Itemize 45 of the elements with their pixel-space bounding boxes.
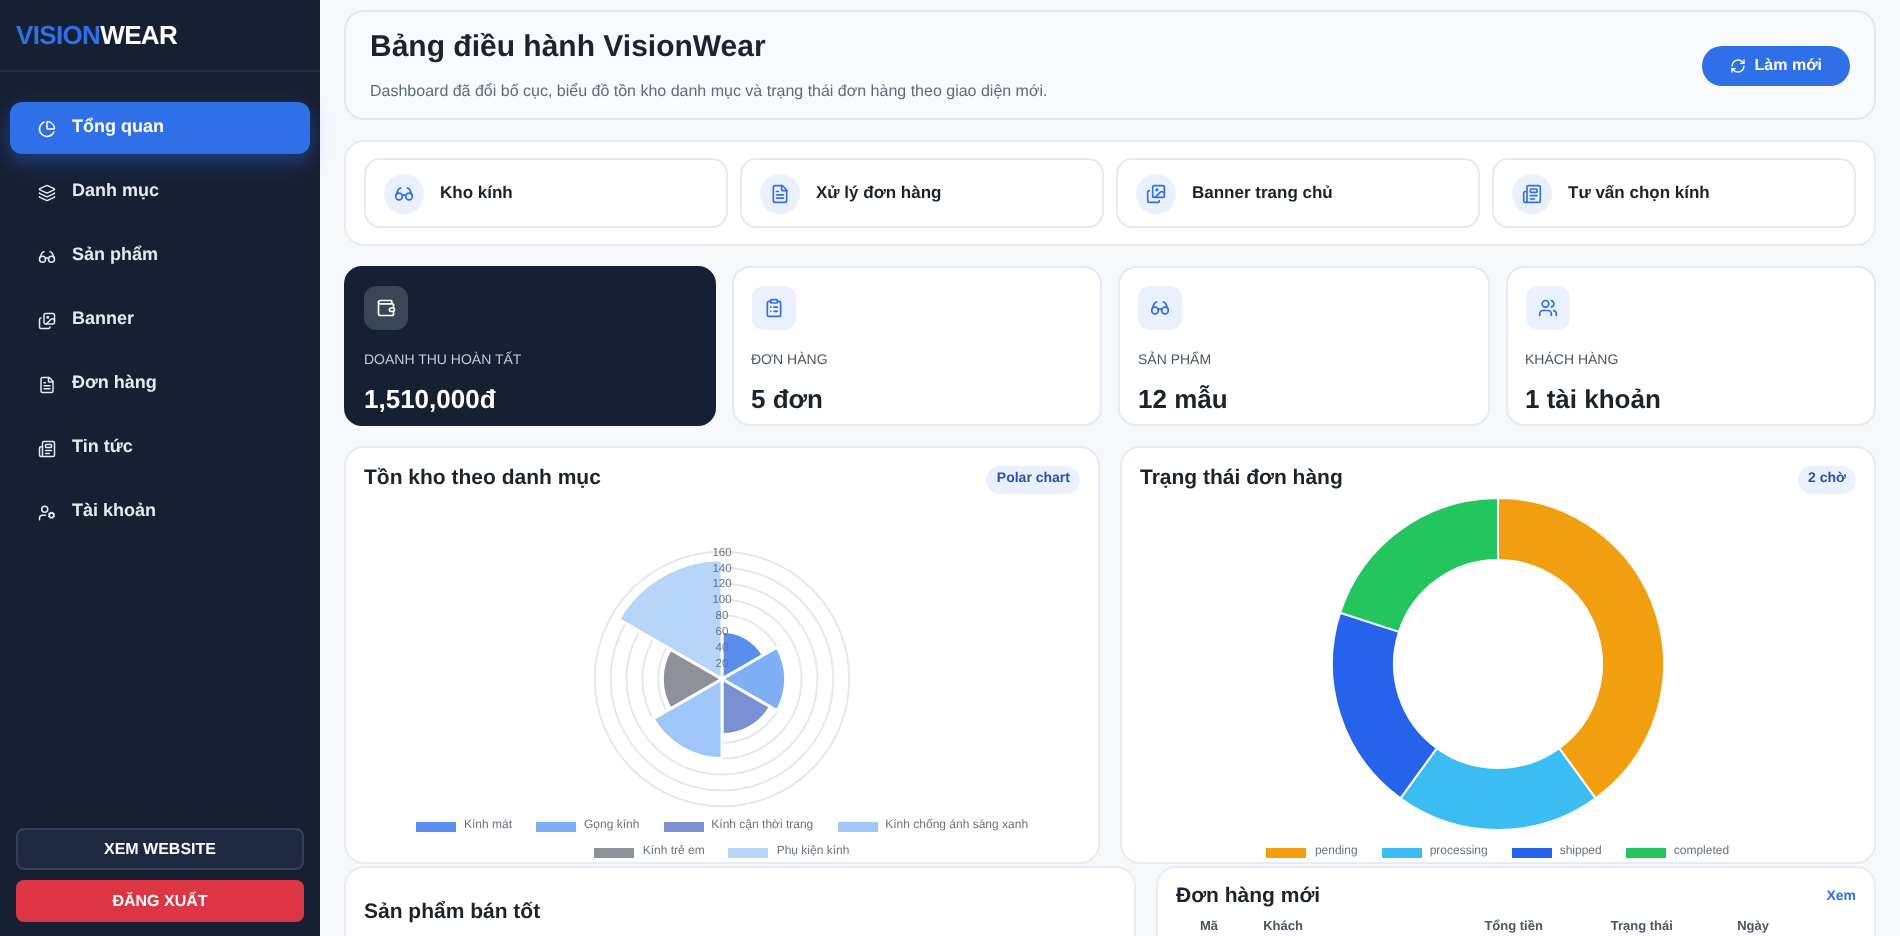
newspaper-icon — [38, 439, 56, 457]
refresh-icon — [1730, 57, 1747, 73]
legend-swatch — [1625, 847, 1666, 858]
document-icon — [770, 183, 790, 203]
shortcut-card[interactable]: Tư vấn chọn kính — [1492, 158, 1856, 228]
sidebar-item[interactable]: Đơn hàng — [10, 358, 310, 410]
card-title: Đơn hàng mới — [1176, 882, 1321, 912]
shortcut-card[interactable]: Banner trang chủ — [1116, 158, 1480, 228]
legend-swatch — [1381, 847, 1422, 858]
sidebar-item[interactable]: Sản phẩm — [10, 230, 310, 282]
website-button[interactable]: XEM WEBSITE — [16, 828, 304, 870]
glasses-icon — [394, 183, 414, 203]
user-icon — [38, 503, 56, 521]
brand-logo: VISIONWEAR — [16, 17, 178, 54]
stat-value: 5 đơn — [751, 381, 825, 417]
layers-icon — [38, 183, 56, 201]
sidebar-item[interactable]: Tin tức — [10, 422, 310, 474]
stat-value: 1 tài khoản — [1525, 381, 1663, 417]
page-subtitle: Dashboard đã đổi bố cục, biểu đồ tồn kho danh mục và trạng thái đơn hàng theo giao diện mới. — [370, 80, 1048, 105]
stat-value: 1,510,000đ — [364, 381, 498, 417]
stat-value: 12 mẫu — [1138, 381, 1230, 417]
pie-chart-icon — [38, 119, 56, 137]
users-icon — [1537, 298, 1557, 318]
sidebar-item[interactable]: Tài khoản — [10, 486, 310, 538]
sidebar-item[interactable]: Banner — [10, 294, 310, 346]
legend-swatch — [1511, 847, 1552, 858]
glasses-icon — [1150, 298, 1170, 318]
sidebar-item[interactable]: Tổng quan — [10, 102, 310, 154]
shortcut-card[interactable]: Kho kính — [364, 158, 728, 228]
shortcut-card[interactable]: Xử lý đơn hàng — [740, 158, 1104, 228]
logout-button[interactable]: ĐĂNG XUẤT — [16, 880, 304, 922]
sidebar-item[interactable]: Danh mục — [10, 166, 310, 218]
images-icon — [1146, 183, 1166, 203]
clipboard-icon — [763, 298, 783, 318]
page-title: Bảng điều hành VisionWear — [370, 27, 768, 68]
document-icon — [38, 375, 56, 393]
card-title: Sản phẩm bán tốt — [364, 900, 541, 924]
refresh-button[interactable]: Làm mới — [1702, 45, 1850, 85]
glasses-icon — [38, 247, 56, 265]
legend-swatch — [1266, 847, 1307, 858]
card-title: Tồn kho theo danh mục — [364, 464, 601, 494]
newspaper-icon — [1522, 183, 1542, 203]
card-title: Trạng thái đơn hàng — [1140, 464, 1343, 494]
images-icon — [38, 311, 56, 329]
wallet-icon — [376, 298, 396, 318]
